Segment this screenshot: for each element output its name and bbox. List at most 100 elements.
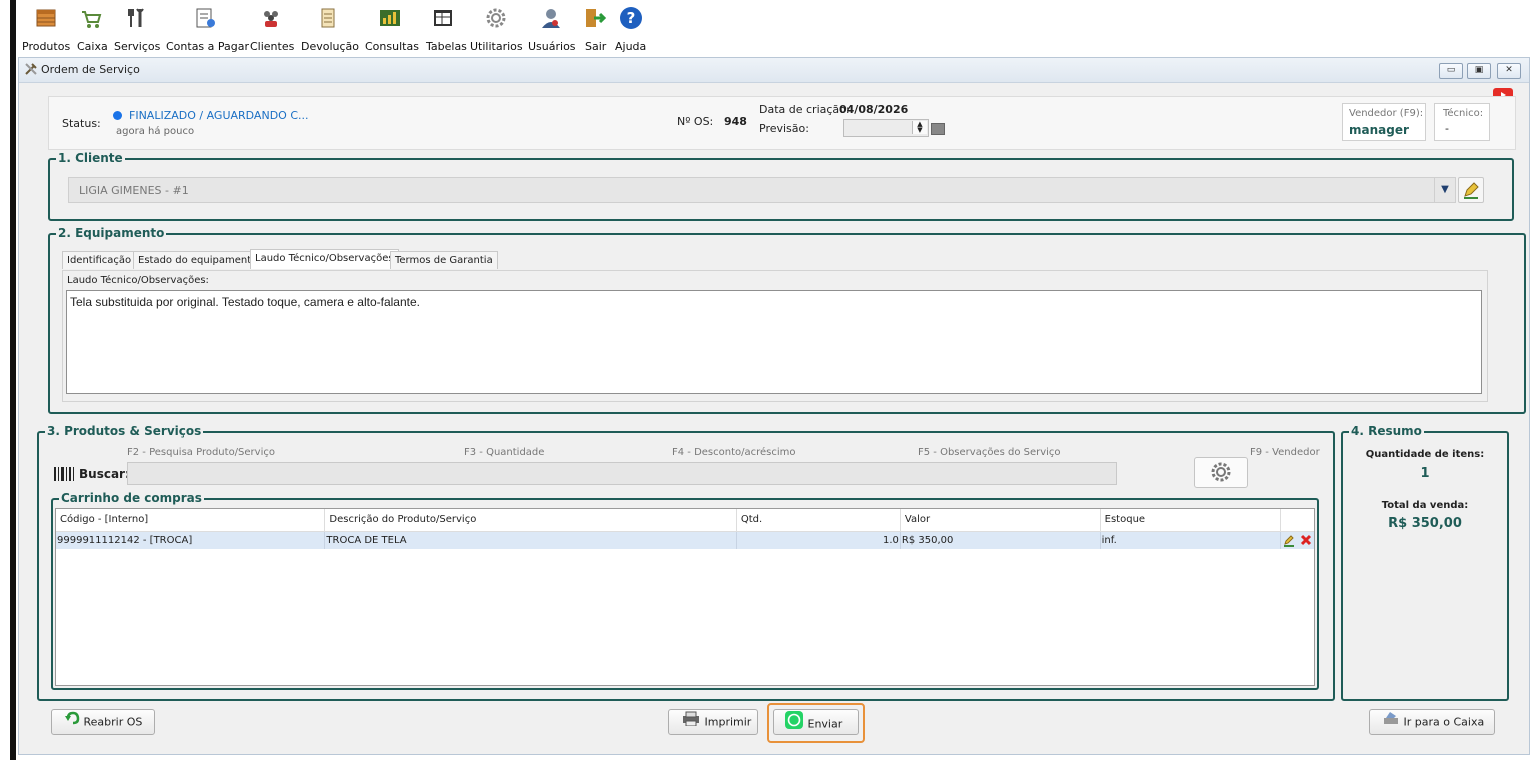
- toolbar-usuarios[interactable]: Usuários: [528, 6, 576, 56]
- send-whatsapp-button[interactable]: Enviar: [773, 709, 859, 735]
- laudo-label: Laudo Técnico/Observações:: [67, 275, 209, 286]
- created-label: Data de criação:: [759, 103, 850, 116]
- toolbar-label: Contas a Pagar: [166, 40, 250, 53]
- shortcut-f4: F4 - Desconto/acréscimo: [672, 447, 796, 458]
- cell-actions: [1280, 531, 1314, 549]
- toolbar-contas-a-pagar[interactable]: Contas a Pagar: [166, 6, 249, 56]
- col-valor[interactable]: Valor: [900, 509, 1101, 532]
- toolbar-label: Tabelas: [426, 40, 467, 53]
- cell-codigo: 9999911112142 - [TROCA]: [56, 531, 326, 549]
- left-edge: [0, 0, 17, 770]
- cart-group-title: Carrinho de compras: [59, 491, 204, 505]
- seller-label: Vendedor (F9):: [1349, 108, 1424, 119]
- os-number-value: 948: [724, 115, 747, 128]
- toolbar-label: Utilitarios: [470, 40, 523, 53]
- forecast-label: Previsão:: [759, 122, 809, 135]
- toolbar-clientes[interactable]: Clientes: [250, 6, 295, 56]
- toolbar-label: Usuários: [528, 40, 576, 53]
- gear-icon: [1211, 462, 1231, 482]
- tab-termos-garantia[interactable]: Termos de Garantia: [390, 251, 498, 269]
- cashier-icon: [1382, 710, 1400, 735]
- toolbar-servicos[interactable]: Serviços: [114, 6, 161, 56]
- tab-laudo-tecnico[interactable]: Laudo Técnico/Observações: [250, 249, 399, 269]
- go-to-cashier-button[interactable]: Ir para o Caixa: [1369, 709, 1495, 735]
- toolbar-ajuda[interactable]: ? Ajuda: [615, 6, 647, 56]
- help-icon: ?: [619, 6, 643, 30]
- tools-icon: [124, 6, 148, 30]
- toolbar-produtos[interactable]: Produtos: [22, 6, 70, 56]
- calendar-icon[interactable]: [931, 123, 945, 135]
- send-label: Enviar: [807, 717, 843, 731]
- spinner-icon[interactable]: ▲ ▼: [912, 121, 927, 134]
- toolbar-caixa[interactable]: Caixa: [75, 6, 108, 56]
- window-titlebar: Ordem de Serviço ▭ ▣ ✕: [19, 58, 1529, 83]
- exit-icon: [582, 6, 607, 30]
- cart-group: Carrinho de compras Código - [Interno] D…: [51, 491, 1319, 690]
- main-toolbar: Produtos Caixa Serviços Contas a Pagar C…: [18, 0, 1536, 56]
- maximize-button[interactable]: ▣: [1467, 63, 1491, 79]
- cart-icon: [79, 6, 103, 30]
- toolbar-label: Serviços: [114, 40, 161, 53]
- client-select[interactable]: LIGIA GIMENES - #1: [68, 177, 1436, 203]
- col-codigo[interactable]: Código - [Interno]: [56, 509, 326, 532]
- tables-icon: [431, 6, 455, 30]
- bills-icon: [193, 6, 217, 30]
- toolbar-utilitarios[interactable]: Utilitarios: [470, 6, 523, 56]
- cart-table: Código - [Interno] Descrição do Produto/…: [55, 508, 1315, 686]
- products-group-title: 3. Produtos & Serviços: [45, 424, 204, 438]
- total-value: R$ 350,00: [1388, 516, 1462, 531]
- toolbar-sair[interactable]: Sair: [582, 6, 606, 56]
- summary-group: 4. Resumo Quantidade de itens: 1 Total d…: [1341, 424, 1509, 701]
- toolbar-consultas[interactable]: Consultas: [365, 6, 419, 56]
- toolbar-label: Produtos: [22, 40, 71, 53]
- item-count-label: Quantidade de itens:: [1365, 449, 1485, 460]
- technician-box[interactable]: Técnico: -: [1434, 103, 1490, 141]
- os-number-label: Nº OS:: [677, 115, 714, 128]
- toolbar-devolucao[interactable]: Devolução: [300, 6, 360, 56]
- technician-label: Técnico:: [1443, 108, 1484, 119]
- tab-identificacao[interactable]: Identificação: [62, 251, 137, 269]
- status-value: FINALIZADO / AGUARDANDO C...: [129, 109, 309, 122]
- chevron-down-icon[interactable]: ▼: [1434, 177, 1456, 203]
- cell-valor: R$ 350,00: [900, 531, 1101, 549]
- toolbar-label: Ajuda: [615, 40, 647, 53]
- table-row[interactable]: 9999911112142 - [TROCA] TROCA DE TELA 1.…: [56, 531, 1314, 549]
- products-icon: [34, 6, 58, 30]
- print-button[interactable]: Imprimir: [668, 709, 758, 735]
- reopen-os-button[interactable]: Reabrir OS: [51, 709, 155, 735]
- clients-icon: [259, 6, 283, 30]
- col-estoque[interactable]: Estoque: [1100, 509, 1281, 532]
- pencil-icon[interactable]: [1282, 533, 1296, 548]
- delete-icon[interactable]: [1299, 533, 1313, 547]
- col-descricao[interactable]: Descrição do Produto/Serviço: [324, 509, 737, 532]
- pencil-icon: [1464, 182, 1479, 199]
- settings-button[interactable]: [1194, 457, 1248, 488]
- shortcut-f5: F5 - Observações do Serviço: [918, 447, 1061, 458]
- toolbar-label: Caixa: [77, 40, 108, 53]
- edit-client-button[interactable]: [1458, 177, 1484, 203]
- reopen-os-label: Reabrir OS: [83, 715, 143, 729]
- forecast-date-input[interactable]: ▲ ▼: [843, 119, 929, 137]
- toolbar-tabelas[interactable]: Tabelas: [423, 6, 467, 56]
- seller-box[interactable]: Vendedor (F9): manager: [1342, 103, 1426, 141]
- toolbar-label: Clientes: [250, 40, 295, 53]
- shortcut-f2: F2 - Pesquisa Produto/Serviço: [127, 447, 275, 458]
- cell-descricao: TROCA DE TELA: [324, 531, 737, 549]
- undo-icon: [64, 710, 80, 735]
- col-qtd[interactable]: Qtd.: [736, 509, 901, 532]
- search-input[interactable]: [127, 462, 1117, 485]
- client-value: LIGIA GIMENES - #1: [79, 184, 189, 197]
- laudo-textarea[interactable]: Tela substituida por original. Testado t…: [66, 290, 1482, 394]
- technician-value: -: [1445, 122, 1449, 135]
- client-group: 1. Cliente LIGIA GIMENES - #1 ▼: [48, 151, 1514, 221]
- toolbar-label: Devolução: [301, 40, 360, 53]
- minimize-button[interactable]: ▭: [1439, 63, 1463, 79]
- client-group-title: 1. Cliente: [56, 151, 125, 165]
- status-dot-icon: [113, 111, 122, 120]
- equipment-group-title: 2. Equipamento: [56, 226, 167, 240]
- equipment-tabs: Identificação Estado do equipamento Laud…: [62, 249, 498, 271]
- shortcut-f9: F9 - Vendedor: [1250, 447, 1320, 458]
- laudo-text: Tela substituida por original. Testado t…: [70, 295, 420, 309]
- tab-estado-equipamento[interactable]: Estado do equipamento: [133, 251, 263, 269]
- close-button[interactable]: ✕: [1497, 63, 1521, 79]
